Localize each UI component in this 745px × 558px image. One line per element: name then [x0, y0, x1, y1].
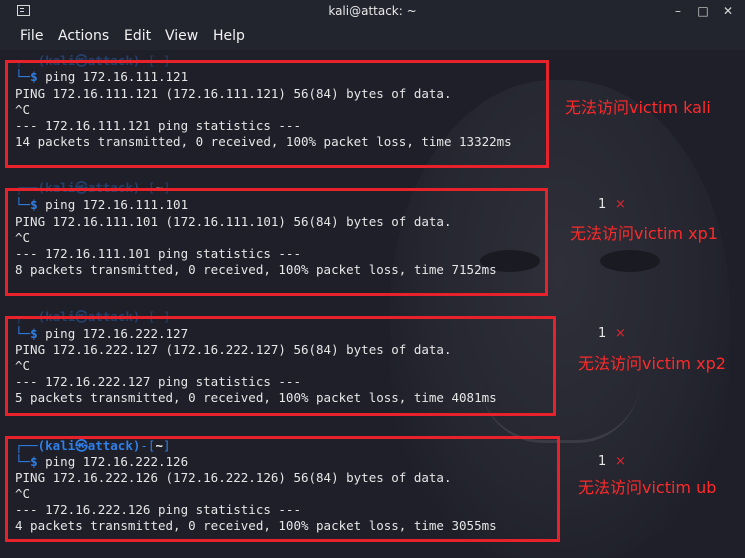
title-bar: kali@attack: ~ – □ ✕: [0, 0, 745, 24]
close-button[interactable]: ✕: [720, 4, 736, 18]
annotation: 无法访问victim kali: [565, 98, 711, 117]
minimize-button[interactable]: –: [670, 4, 686, 18]
annotation: 无法访问victim xp1: [570, 224, 718, 243]
annotation: 无法访问victim ub: [578, 478, 717, 497]
menu-view[interactable]: View: [165, 28, 198, 44]
highlight-box: [5, 436, 560, 542]
menu-help[interactable]: Help: [213, 28, 245, 44]
close-mark-icon[interactable]: ×: [615, 326, 626, 341]
menu-file[interactable]: File: [20, 28, 43, 44]
highlight-box: [5, 188, 548, 296]
annotation: 无法访问victim xp2: [578, 354, 726, 373]
highlight-box: [5, 60, 549, 168]
maximize-button[interactable]: □: [695, 4, 711, 18]
menu-bar: File Actions Edit View Help: [0, 24, 745, 50]
wallpaper-eye-right: [600, 250, 660, 272]
match-count: 1: [598, 326, 607, 341]
highlight-box: [5, 316, 556, 416]
menu-edit[interactable]: Edit: [124, 28, 151, 44]
match-count: 1: [598, 197, 607, 212]
match-count: 1: [598, 454, 607, 469]
close-mark-icon[interactable]: ×: [615, 197, 626, 212]
menu-actions[interactable]: Actions: [58, 28, 109, 44]
window-title: kali@attack: ~: [328, 4, 417, 18]
close-mark-icon[interactable]: ×: [615, 454, 626, 469]
